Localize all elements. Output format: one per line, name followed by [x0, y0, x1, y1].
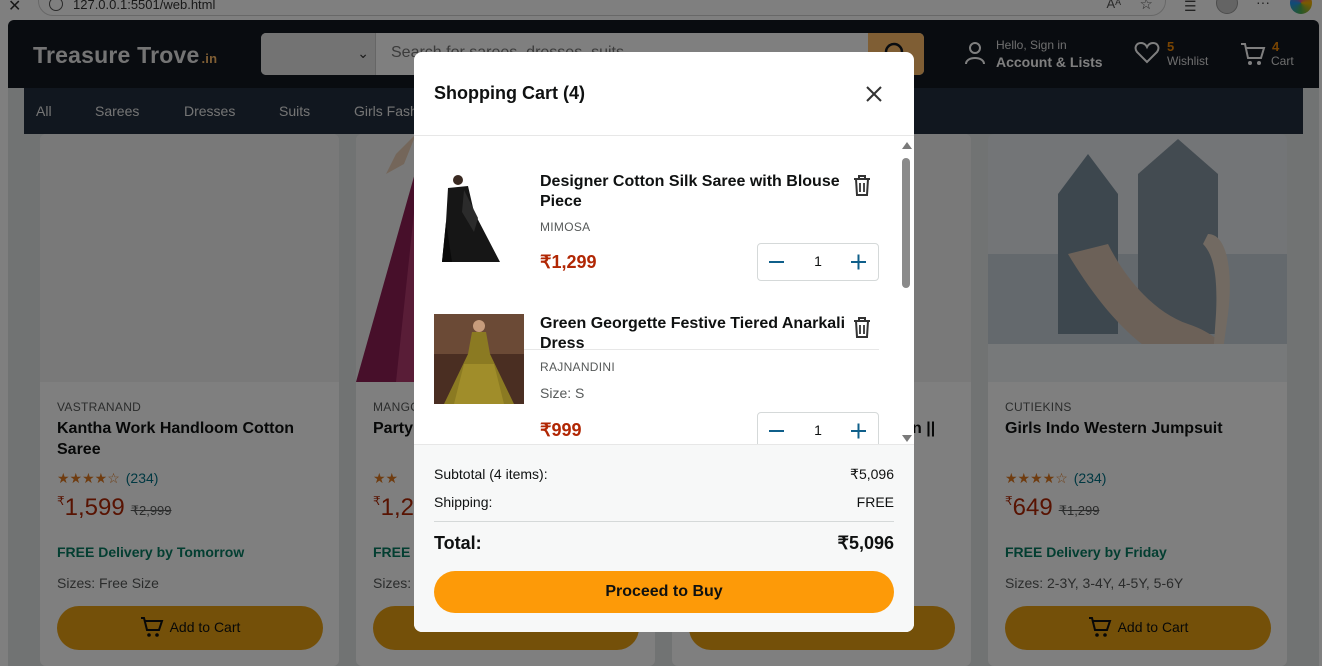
- total-label: Total:: [434, 533, 482, 553]
- scrollbar-thumb[interactable]: [902, 158, 910, 288]
- trash-icon: [854, 175, 870, 196]
- proceed-to-buy-button[interactable]: Proceed to Buy: [434, 571, 894, 613]
- decrease-quantity-button[interactable]: [758, 244, 796, 280]
- increase-quantity-button[interactable]: [840, 413, 878, 444]
- order-summary: Subtotal (4 items): ₹5,096 Shipping: FRE…: [414, 444, 914, 632]
- cart-item-price: ₹999: [540, 420, 582, 440]
- cart-item: Designer Cotton Silk Saree with Blouse P…: [434, 172, 879, 312]
- minus-icon: [769, 430, 784, 432]
- saree-photo: [434, 172, 524, 262]
- shipping-row: Shipping: FREE: [434, 494, 894, 510]
- decrease-quantity-button[interactable]: [758, 413, 796, 444]
- cart-item-brand: RAJNANDINI: [540, 360, 616, 374]
- cart-item-image[interactable]: [434, 172, 524, 262]
- minus-icon: [769, 261, 784, 263]
- subtotal-row: Subtotal (4 items): ₹5,096: [434, 466, 894, 482]
- delete-item-button[interactable]: [850, 172, 874, 198]
- quantity-value[interactable]: 1: [796, 422, 840, 438]
- cart-items-list[interactable]: Designer Cotton Silk Saree with Blouse P…: [414, 136, 914, 444]
- shipping-label: Shipping:: [434, 494, 493, 510]
- increase-quantity-button[interactable]: [840, 244, 878, 280]
- close-icon: [866, 86, 882, 102]
- cart-scrollbar[interactable]: [900, 142, 912, 442]
- cart-item-name[interactable]: Green Georgette Festive Tiered Anarkali …: [540, 314, 850, 354]
- shipping-value: FREE: [856, 494, 894, 510]
- subtotal-label: Subtotal (4 items):: [434, 466, 548, 482]
- cart-item-image[interactable]: [434, 314, 524, 404]
- quantity-stepper: 1: [757, 243, 879, 281]
- scroll-up-arrow-icon[interactable]: [902, 142, 912, 149]
- cart-item-brand: MIMOSA: [540, 220, 591, 234]
- subtotal-value: ₹5,096: [850, 466, 894, 482]
- quantity-value[interactable]: 1: [796, 253, 840, 269]
- shopping-cart-modal: Shopping Cart (4) Designer Cotton Silk S…: [414, 52, 914, 632]
- modal-header: Shopping Cart (4): [414, 52, 914, 136]
- plus-icon: [851, 423, 866, 439]
- close-button[interactable]: [860, 80, 888, 108]
- quantity-stepper: 1: [757, 412, 879, 444]
- cart-item-size: Size: S: [540, 385, 585, 401]
- summary-divider: [434, 521, 894, 522]
- trash-icon: [854, 317, 870, 338]
- total-row: Total: ₹5,096: [434, 533, 894, 554]
- anarkali-photo: [434, 314, 524, 404]
- cart-item-name[interactable]: Designer Cotton Silk Saree with Blouse P…: [540, 172, 850, 212]
- cart-item-price: ₹1,299: [540, 252, 597, 272]
- scroll-down-arrow-icon[interactable]: [902, 435, 912, 442]
- total-value: ₹5,096: [837, 533, 895, 553]
- delete-item-button[interactable]: [850, 314, 874, 340]
- cart-item: Green Georgette Festive Tiered Anarkali …: [434, 314, 879, 444]
- modal-title: Shopping Cart (4): [434, 83, 585, 103]
- plus-icon: [851, 254, 866, 270]
